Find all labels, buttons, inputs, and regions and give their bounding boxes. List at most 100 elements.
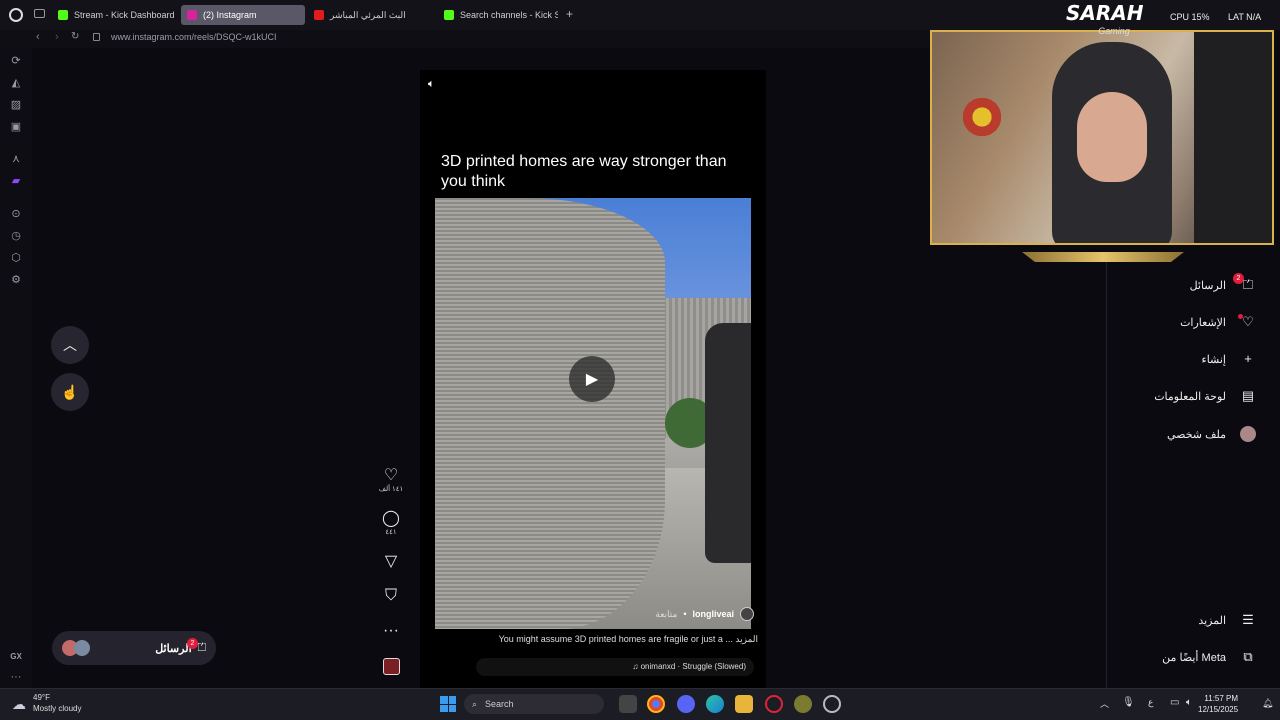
reel-audio[interactable]: ♫ onimanxd · Struggle (Slowed) <box>476 658 754 676</box>
meta-apps-icon: ⧉ <box>1243 649 1253 664</box>
play-icon: ▶ <box>585 371 599 388</box>
messenger-icon: ⏍ <box>197 641 206 654</box>
nav-meta[interactable]: أيضًا من Meta ⧉ <box>1162 647 1256 667</box>
workspace-icon[interactable]: ▨ <box>9 98 23 112</box>
discord-icon[interactable] <box>677 695 695 713</box>
username[interactable]: longliveai <box>692 609 734 619</box>
tab-switcher-icon[interactable] <box>34 9 45 18</box>
reel-title: 3D printed homes are way stronger than y… <box>441 153 727 190</box>
kick-sidebar-icon[interactable]: ⋏ <box>9 152 23 166</box>
save-button[interactable]: ⛉ <box>375 587 407 605</box>
play-button[interactable]: ▶ <box>569 356 615 402</box>
nav-label: الإشعارات <box>1180 316 1226 329</box>
network-icon[interactable]: ▭ <box>1170 697 1179 708</box>
youtube-studio-icon <box>314 10 324 20</box>
extensions-icon[interactable]: ⬡ <box>9 251 23 265</box>
history-icon[interactable]: ◷ <box>9 229 23 243</box>
tab-kick-search[interactable]: Search channels - Kick St <box>438 5 558 25</box>
weather-temp: 49°F <box>33 693 50 702</box>
app-icon[interactable] <box>794 695 812 713</box>
url-field[interactable]: www.instagram.com/reels/DSQC-w1kUCI <box>111 32 277 42</box>
nav-notifications[interactable]: الإشعارات ♡ <box>1180 312 1256 332</box>
more-options-button[interactable]: ··· <box>375 622 407 640</box>
forward-icon[interactable]: › <box>55 31 59 43</box>
stream-brand-logo: SARAH <box>1066 1 1144 25</box>
gx-label[interactable]: GX <box>9 650 23 664</box>
kick-icon <box>444 10 454 20</box>
windows-start-icon[interactable] <box>440 696 456 712</box>
nav-label: لوحة المعلومات <box>1154 390 1226 403</box>
separator-dot: • <box>683 609 687 619</box>
tab-live-broadcast[interactable]: البث المرئي المباشر <box>308 5 434 25</box>
messenger-icon[interactable]: ▣ <box>9 120 23 134</box>
next-reel-button[interactable]: ☝ <box>51 373 89 411</box>
nav-more[interactable]: المزيد ☰ <box>1198 610 1256 630</box>
tab-kick-dashboard[interactable]: Stream - Kick Dashboard <box>52 5 177 25</box>
cursor-hand-icon: ☝ <box>61 383 79 400</box>
tab-instagram[interactable]: (2) Instagram <box>181 5 305 25</box>
opera-logo-icon[interactable] <box>9 8 23 22</box>
task-view-icon[interactable] <box>619 695 637 713</box>
webcam-overlay <box>930 30 1274 245</box>
volume-icon[interactable]: 🔈︎ <box>428 78 444 94</box>
like-count: ١٤١ ألف <box>378 486 404 493</box>
nav-divider <box>1106 262 1107 688</box>
back-icon[interactable]: ‹ <box>36 31 40 43</box>
messages-pill-badge: 2 <box>187 638 198 649</box>
comment-count: ٤٤١ <box>385 529 397 536</box>
nav-messages[interactable]: الرسائل ⏍ <box>1190 275 1256 295</box>
new-tab-button[interactable]: + <box>566 7 573 21</box>
chevron-up-icon: ︿ <box>63 337 77 353</box>
tab-label: Stream - Kick Dashboard <box>74 10 175 20</box>
reel-caption[interactable]: You might assume 3D printed homes are fr… <box>440 634 758 648</box>
webcam-chair <box>1194 32 1272 243</box>
settings-gear-icon[interactable]: ⚙ <box>9 273 23 287</box>
audio-label: onimanxd · Struggle (Slowed) <box>640 662 746 671</box>
music-note-icon: ♫ <box>632 662 641 671</box>
file-explorer-icon[interactable] <box>735 695 753 713</box>
edge-icon[interactable] <box>706 695 724 713</box>
reel-video[interactable] <box>435 198 751 629</box>
follow-button[interactable]: متابعة <box>655 609 677 620</box>
comment-icon: ◯ <box>382 510 400 527</box>
reload-icon[interactable]: ↻ <box>71 31 79 42</box>
author-avatar[interactable] <box>740 607 754 621</box>
nav-dashboard[interactable]: لوحة المعلومات ▤ <box>1154 386 1256 406</box>
search-icon: ⌕ <box>472 698 478 709</box>
language-indicator[interactable]: ع <box>1148 697 1153 708</box>
nav-create[interactable]: إنشاء + <box>1202 349 1256 369</box>
bookmark-icon: ⛉ <box>384 587 397 604</box>
cloud-icon: ☁ <box>12 696 26 712</box>
more-dots-icon[interactable]: ··· <box>9 670 23 684</box>
heart-icon: ♡ <box>383 467 399 484</box>
player-icon[interactable]: ⊙ <box>9 207 23 221</box>
opera-gx-icon[interactable] <box>765 695 783 713</box>
twitch-icon[interactable]: ▰ <box>9 174 23 188</box>
webcam-face <box>1077 92 1147 182</box>
messages-badge: 2 <box>1233 273 1244 284</box>
comment-button[interactable]: ◯ ٤٤١ <box>375 510 407 536</box>
video-printed-wall <box>435 198 665 629</box>
like-button[interactable]: ♡ ١٤١ ألف <box>375 467 407 493</box>
taskbar-search[interactable]: ⌕ Search <box>464 694 604 714</box>
microphone-icon[interactable]: 🎙︎ <box>1122 697 1135 708</box>
search-label: Search <box>485 699 514 709</box>
weather-desc: Mostly cloudy <box>33 704 82 713</box>
recent-avatars <box>62 640 90 656</box>
share-button[interactable]: ▽ <box>375 553 407 571</box>
obs-icon[interactable] <box>823 695 841 713</box>
speaker-icon[interactable]: 🔈︎ <box>1186 697 1192 708</box>
tray-chevron-icon[interactable]: ︿ <box>1100 697 1109 710</box>
audio-thumbnail[interactable] <box>383 658 400 675</box>
aria-icon[interactable]: ◭ <box>9 76 23 90</box>
refresh-icon[interactable]: ⟳ <box>9 54 23 68</box>
nav-label: الرسائل <box>1189 279 1226 292</box>
weather-widget[interactable]: 49°F Mostly cloudy <box>33 692 81 714</box>
chrome-icon[interactable] <box>647 695 665 713</box>
tab-label: (2) Instagram <box>203 10 257 20</box>
notification-bell-icon[interactable]: 🔔︎ <box>1262 698 1273 709</box>
taskbar-clock[interactable]: 11:57 PM 12/15/2025 <box>1198 693 1238 715</box>
dashboard-icon: ▤ <box>1241 388 1255 403</box>
nav-profile[interactable]: ملف شخصي <box>1167 424 1256 444</box>
previous-reel-button[interactable]: ︿ <box>51 326 89 364</box>
